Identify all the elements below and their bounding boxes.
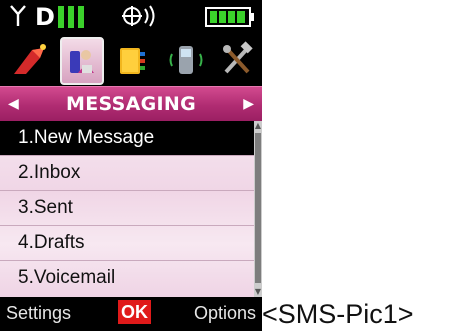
menu-item-sent[interactable]: 3.Sent <box>0 191 254 225</box>
vibrate-icon <box>120 3 158 35</box>
menu-item-voicemail[interactable]: 5.Voicemail <box>0 261 254 295</box>
menu-title: MESSAGING <box>66 93 196 115</box>
antenna-icon <box>9 4 27 32</box>
menu-item-label: 1.New Message <box>18 127 155 148</box>
phonebook-icon[interactable] <box>112 38 152 82</box>
menu-item-label: 5.Voicemail <box>18 267 116 288</box>
scroll-up-icon[interactable]: ▲ <box>254 121 262 131</box>
menu-item-drafts[interactable]: 4.Drafts <box>0 226 254 260</box>
contacts-icon[interactable] <box>60 37 104 85</box>
image-caption: <SMS-Pic1> <box>262 299 414 329</box>
games-icon[interactable] <box>10 38 50 82</box>
menu-item-label: 3.Sent <box>18 197 73 218</box>
phone-icon[interactable] <box>166 38 206 82</box>
carrier-label: D <box>35 3 55 31</box>
menu-item-new-message[interactable]: 1.New Message <box>0 121 254 155</box>
app-icons-row <box>0 36 262 86</box>
menu-item-inbox[interactable]: 2.Inbox <box>0 156 254 190</box>
softkey-bar: Settings OK Options <box>0 297 262 331</box>
phone-screen: D ◀ MESSAGING ▶ 1.New Message 2.Inbox 3.… <box>0 0 262 331</box>
scrollbar-thumb[interactable] <box>255 133 261 283</box>
settings-softkey[interactable]: Settings <box>6 301 71 325</box>
status-bar: D <box>0 0 262 36</box>
ok-softkey[interactable]: OK <box>118 300 151 324</box>
right-arrow-icon[interactable]: ▶ <box>243 96 254 112</box>
menu-title-bar: ◀ MESSAGING ▶ <box>0 86 262 121</box>
settings-tools-icon[interactable] <box>218 38 258 82</box>
menu-list: 1.New Message 2.Inbox 3.Sent 4.Drafts 5.… <box>0 121 254 297</box>
battery-icon <box>205 6 255 32</box>
menu-item-label: 2.Inbox <box>18 162 81 183</box>
signal-strength-icon <box>58 4 92 34</box>
scroll-down-icon[interactable]: ▼ <box>254 287 262 297</box>
options-softkey[interactable]: Options <box>194 301 256 325</box>
scrollbar[interactable]: ▲ ▼ <box>254 121 262 297</box>
menu-item-label: 4.Drafts <box>18 232 85 253</box>
